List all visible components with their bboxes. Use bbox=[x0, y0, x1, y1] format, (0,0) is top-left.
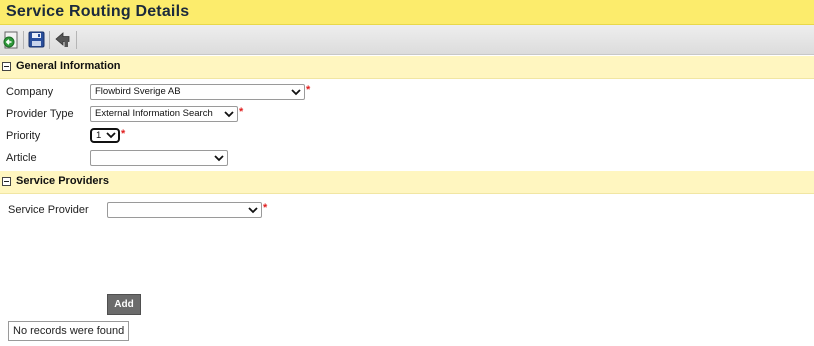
provider-type-value: External Information Search bbox=[95, 108, 213, 119]
service-provider-select[interactable] bbox=[107, 202, 262, 218]
section-title: General Information bbox=[16, 60, 121, 72]
required-marker: * bbox=[239, 106, 244, 118]
page-title: Service Routing Details bbox=[6, 3, 190, 20]
toolbar-separator bbox=[49, 31, 50, 49]
empty-records-message: No records were found bbox=[8, 321, 129, 341]
chevron-down-icon bbox=[214, 155, 224, 162]
add-button[interactable]: Add bbox=[107, 294, 141, 315]
undo-icon[interactable] bbox=[54, 31, 72, 49]
provider-type-label: Provider Type bbox=[6, 108, 74, 120]
collapse-icon[interactable] bbox=[2, 177, 11, 186]
title-bar: Service Routing Details bbox=[0, 0, 814, 25]
toolbar-separator bbox=[23, 31, 24, 49]
priority-value: 1 bbox=[96, 130, 102, 141]
toolbar bbox=[0, 25, 814, 55]
collapse-icon[interactable] bbox=[2, 62, 11, 71]
section-service-providers[interactable]: Service Providers bbox=[0, 171, 814, 194]
priority-label: Priority bbox=[6, 130, 41, 142]
required-marker: * bbox=[121, 128, 126, 140]
chevron-down-icon bbox=[106, 132, 116, 139]
required-marker: * bbox=[263, 202, 268, 214]
back-icon[interactable] bbox=[3, 31, 21, 49]
company-select[interactable]: Flowbird Sverige AB bbox=[90, 84, 305, 100]
section-title: Service Providers bbox=[16, 175, 109, 187]
company-value: Flowbird Sverige AB bbox=[95, 86, 181, 97]
chevron-down-icon bbox=[224, 111, 234, 118]
save-icon[interactable] bbox=[28, 31, 46, 49]
provider-type-select[interactable]: External Information Search bbox=[90, 106, 238, 122]
company-label: Company bbox=[6, 86, 54, 98]
article-select[interactable] bbox=[90, 150, 228, 166]
priority-select[interactable]: 1 bbox=[90, 128, 120, 143]
toolbar-separator bbox=[76, 31, 77, 49]
service-provider-label: Service Provider bbox=[8, 204, 89, 216]
required-marker: * bbox=[306, 84, 311, 96]
section-general-information[interactable]: General Information bbox=[0, 56, 814, 79]
article-label: Article bbox=[6, 152, 37, 164]
chevron-down-icon bbox=[291, 89, 301, 96]
chevron-down-icon bbox=[248, 207, 258, 214]
